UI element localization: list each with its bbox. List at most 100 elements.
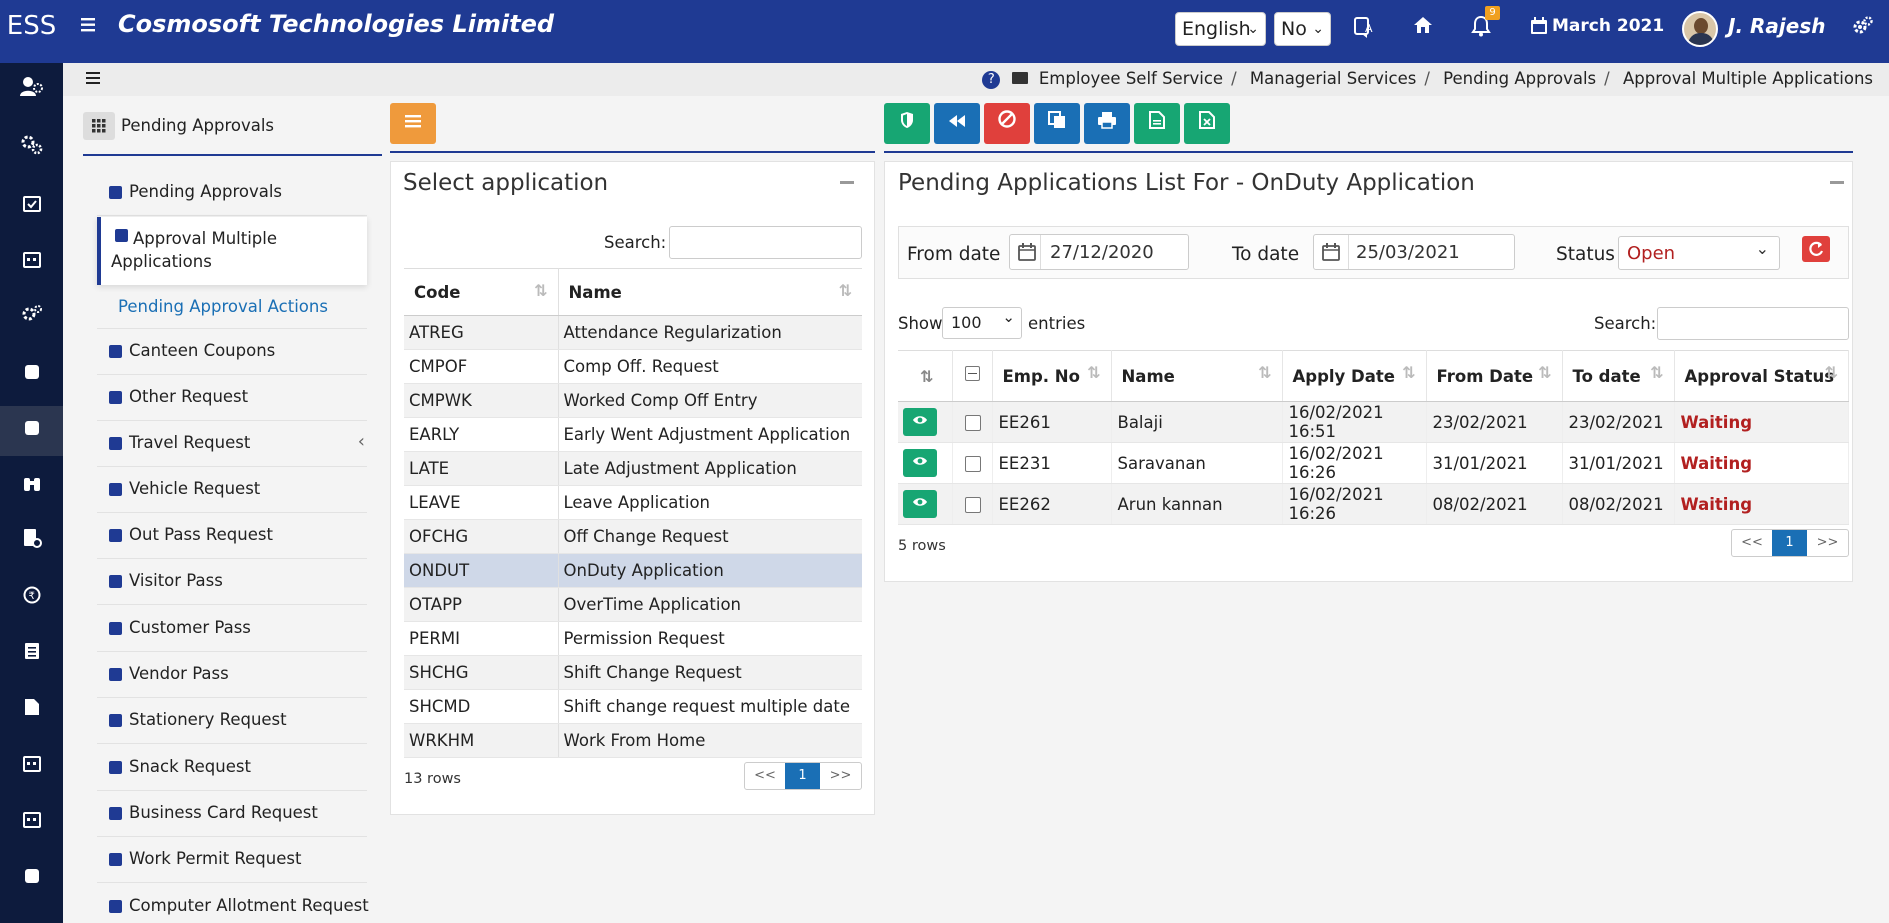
refresh-button[interactable] — [1802, 236, 1830, 262]
document-settings-icon[interactable] — [0, 518, 63, 568]
cogs-icon[interactable] — [0, 126, 63, 176]
gears-icon[interactable] — [0, 294, 63, 344]
table-row[interactable]: OFCHG Off Change Request — [404, 519, 862, 554]
menu-item-snack-request[interactable]: Snack Request — [97, 745, 367, 791]
row-checkbox[interactable] — [964, 456, 981, 472]
collapse-icon[interactable] — [1830, 181, 1844, 184]
translate-icon[interactable]: A — [1352, 15, 1378, 41]
return-button[interactable] — [934, 103, 980, 144]
table-row[interactable]: WRKHM Work From Home — [404, 723, 862, 758]
table-row[interactable]: CMPOF Comp Off. Request — [404, 349, 862, 384]
calendar-icon[interactable] — [0, 742, 63, 792]
sort-icon[interactable]: ⇅ — [1650, 363, 1663, 382]
table-row[interactable]: OTAPP OverTime Application — [404, 587, 862, 622]
users-icon[interactable] — [0, 67, 63, 117]
table-row[interactable]: EARLY Early Went Adjustment Application — [404, 417, 862, 452]
menu-item-approval-multiple-applications[interactable]: Approval Multiple Applications — [97, 217, 367, 285]
table-row[interactable]: ONDUT OnDuty Application — [404, 553, 862, 588]
document-list-icon[interactable] — [0, 630, 63, 680]
page-1-button[interactable]: 1 — [1772, 530, 1807, 556]
collapse-icon[interactable] — [840, 181, 854, 184]
reject-button[interactable] — [984, 103, 1030, 144]
row-checkbox[interactable] — [964, 497, 981, 513]
language-select[interactable]: English ⌄ — [1175, 12, 1266, 46]
sort-icon[interactable]: ⇅ — [1825, 363, 1838, 382]
menu-item-visitor-pass[interactable]: Visitor Pass — [97, 559, 367, 605]
user-name[interactable]: J. Rajesh — [1728, 14, 1825, 38]
pending-search-input[interactable] — [1657, 307, 1849, 340]
to-date-column-header[interactable]: To date ⇅ — [1562, 350, 1675, 402]
sort-amount-icon[interactable]: ⇅ — [920, 367, 933, 386]
help-icon[interactable]: ? — [982, 71, 1001, 89]
name-column-header[interactable]: Name ⇅ — [558, 268, 862, 316]
home-icon[interactable] — [1410, 15, 1436, 41]
menu-item-work-permit-request[interactable]: Work Permit Request — [97, 837, 367, 883]
calendar-icon[interactable] — [1526, 15, 1552, 41]
sort-icon[interactable]: ⇅ — [1402, 363, 1415, 382]
application-search-input[interactable] — [669, 226, 862, 259]
menu-item-canteen-coupons[interactable]: Canteen Coupons — [97, 329, 367, 375]
menu-item-business-card-request[interactable]: Business Card Request — [97, 791, 367, 837]
menu-item-computer-allotment-request[interactable]: Computer Allotment Request — [97, 884, 369, 923]
apply-date-column-header[interactable]: Apply Date ⇅ — [1282, 350, 1427, 402]
table-row[interactable]: LATE Late Adjustment Application — [404, 451, 862, 486]
breadcrumb-item[interactable]: Managerial Services — [1250, 69, 1416, 88]
from-date-column-header[interactable]: From Date ⇅ — [1426, 350, 1563, 402]
sort-icon[interactable]: ⇅ — [839, 281, 852, 300]
calendar-check-icon[interactable] — [0, 182, 63, 232]
row-checkbox[interactable] — [964, 415, 981, 431]
menu-toggle-icon[interactable] — [79, 14, 101, 36]
binoculars-icon[interactable] — [0, 462, 63, 512]
settings-icon[interactable] — [1850, 15, 1876, 41]
prev-page-button[interactable]: << — [1732, 530, 1772, 556]
calendar-icon[interactable] — [0, 798, 63, 848]
name-column-header[interactable]: Name ⇅ — [1111, 350, 1283, 402]
current-month[interactable]: March 2021 — [1552, 16, 1664, 36]
avatar[interactable] — [1682, 11, 1718, 47]
table-row[interactable]: SHCMD Shift change request multiple date — [404, 689, 862, 724]
grid-icon[interactable] — [83, 112, 115, 140]
next-page-button[interactable]: >> — [1807, 530, 1848, 556]
table-row[interactable]: EE262 Arun kannan 16/02/2021 16:26 08/02/20… — [898, 483, 1849, 525]
table-row[interactable]: CMPWK Worked Comp Off Entry — [404, 383, 862, 418]
table-row[interactable]: SHCHG Shift Change Request — [404, 655, 862, 690]
next-page-button[interactable]: >> — [820, 763, 861, 789]
menu-item-pending-approvals[interactable]: Pending Approvals — [97, 170, 367, 216]
calendar-icon[interactable] — [0, 238, 63, 288]
eye-icon[interactable] — [903, 449, 937, 477]
currency-icon[interactable]: ₹ — [0, 574, 63, 624]
prev-page-button[interactable]: << — [745, 763, 785, 789]
no-select[interactable]: No ⌄ — [1274, 12, 1331, 46]
sort-order-column-header[interactable]: ⇅ — [898, 350, 953, 402]
table-row[interactable]: LEAVE Leave Application — [404, 485, 862, 520]
code-column-header[interactable]: Code ⇅ — [404, 268, 559, 316]
emp-no-column-header[interactable]: Emp. No ⇅ — [992, 350, 1112, 402]
breadcrumb-item[interactable]: Pending Approvals — [1443, 69, 1596, 88]
export-csv-button[interactable] — [1134, 103, 1180, 144]
select-all-checkbox[interactable] — [964, 365, 980, 381]
list-view-button[interactable] — [390, 103, 436, 144]
status-select[interactable]: Open ⌄ — [1618, 236, 1780, 270]
square-icon[interactable] — [0, 406, 63, 456]
to-date-input[interactable]: 25/03/2021 — [1313, 234, 1515, 270]
print-button[interactable] — [1084, 103, 1130, 144]
menu-item-pending-approval-actions[interactable]: Pending Approval Actions — [97, 285, 367, 329]
square-icon[interactable] — [0, 854, 63, 904]
page-1-button[interactable]: 1 — [785, 763, 820, 789]
menu-item-customer-pass[interactable]: Customer Pass — [97, 606, 367, 652]
sort-icon[interactable]: ⇅ — [534, 281, 547, 300]
document-icon[interactable] — [0, 686, 63, 736]
chevron-left-icon[interactable]: ‹ — [358, 431, 365, 452]
from-date-input[interactable]: 27/12/2020 — [1009, 234, 1189, 270]
menu-item-out-pass-request[interactable]: Out Pass Request — [97, 513, 367, 559]
menu-item-vehicle-request[interactable]: Vehicle Request — [97, 467, 367, 513]
export-excel-button[interactable] — [1184, 103, 1230, 144]
breadcrumb-item[interactable]: Employee Self Service — [1039, 69, 1223, 88]
eye-icon[interactable] — [903, 490, 937, 518]
table-row[interactable]: EE231 Saravanan 16/02/2021 16:26 31/01/2021… — [898, 442, 1849, 484]
page-size-select[interactable]: 100 ⌄ — [942, 307, 1022, 339]
sort-icon[interactable]: ⇅ — [1538, 363, 1551, 382]
table-row[interactable]: EE261 Balaji 16/02/2021 16:51 23/02/2021 23/… — [898, 401, 1849, 443]
brand-logo[interactable]: ESS — [0, 0, 63, 63]
square-icon[interactable] — [0, 350, 63, 400]
